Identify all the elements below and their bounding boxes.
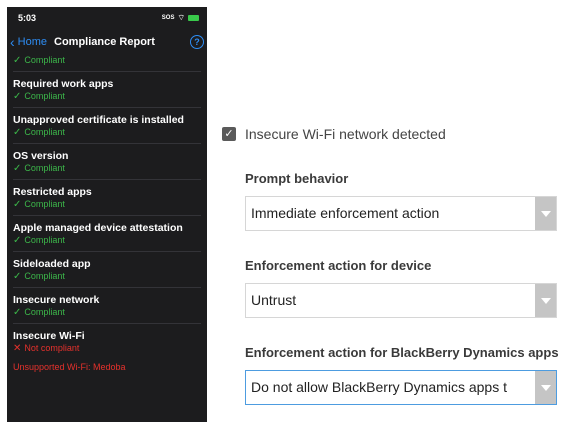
status-text: Compliant: [24, 127, 65, 137]
dropdown-arrow-icon[interactable]: [534, 284, 556, 317]
item-title: Sideloaded app: [13, 258, 91, 270]
list-item: Unapproved certificate is installed ✓ Co…: [13, 108, 201, 144]
status-compliant: ✓ Compliant: [13, 55, 201, 66]
back-button[interactable]: Home: [18, 36, 47, 48]
check-icon: ✓: [13, 306, 22, 318]
check-icon: ✓: [13, 126, 22, 138]
status-text: Compliant: [24, 307, 65, 317]
insecure-wifi-row: ✓ Insecure Wi-Fi network detected: [222, 126, 446, 142]
device-action-label: Enforcement action for device: [245, 258, 432, 273]
check-icon: ✓: [13, 162, 22, 174]
check-icon: ✓: [13, 90, 22, 102]
phone-screen: 5:03 SOS ⌔ ‹ Home Compliance Report ? ✓ …: [7, 7, 207, 422]
status-text: Compliant: [24, 55, 65, 65]
list-item: Restricted apps ✓ Compliant: [13, 180, 201, 216]
select-value: Untrust: [251, 292, 297, 308]
status-compliant: ✓ Compliant: [13, 235, 201, 246]
check-icon: ✓: [13, 198, 22, 210]
status-compliant: ✓ Compliant: [13, 127, 201, 138]
select-value: Immediate enforcement action: [251, 205, 440, 221]
list-item: Insecure Wi-Fi ✕ Not compliant Unsupport…: [13, 324, 201, 378]
item-title: Insecure Wi-Fi: [13, 330, 85, 342]
settings-panel: ✓ Insecure Wi-Fi network detected Prompt…: [222, 0, 585, 432]
item-title: Unapproved certificate is installed: [13, 114, 184, 126]
compliance-list: ✓ Compliant Required work apps ✓ Complia…: [7, 55, 207, 378]
prompt-behavior-label: Prompt behavior: [245, 171, 349, 186]
dynamics-action-label: Enforcement action for BlackBerry Dynami…: [245, 345, 559, 360]
item-title: Required work apps: [13, 78, 114, 90]
signal-text: SOS: [161, 15, 175, 21]
help-icon[interactable]: ?: [190, 35, 204, 49]
x-icon: ✕: [13, 342, 22, 354]
check-icon: ✓: [13, 54, 22, 66]
list-item: Sideloaded app ✓ Compliant: [13, 252, 201, 288]
wifi-icon: ⌔: [177, 13, 185, 22]
dynamics-action-select[interactable]: Do not allow BlackBerry Dynamics apps t: [245, 370, 557, 405]
item-note: Unsupported Wi-Fi: Medoba: [13, 362, 126, 372]
list-item: OS version ✓ Compliant: [13, 144, 201, 180]
list-item: Insecure network ✓ Compliant: [13, 288, 201, 324]
clock: 5:03: [18, 13, 37, 23]
item-title: Restricted apps: [13, 186, 92, 198]
status-text: Compliant: [24, 235, 65, 245]
nav-bar: ‹ Home Compliance Report ?: [7, 29, 207, 55]
select-value: Do not allow BlackBerry Dynamics apps t: [251, 379, 507, 395]
status-not-compliant: ✕ Not compliant: [13, 343, 201, 354]
status-text: Compliant: [24, 271, 65, 281]
status-compliant: ✓ Compliant: [13, 271, 201, 282]
item-title: Insecure network: [13, 294, 100, 306]
status-compliant: ✓ Compliant: [13, 307, 201, 318]
list-item: ✓ Compliant: [13, 55, 201, 72]
item-title: Apple managed device attestation: [13, 222, 183, 234]
battery-icon: [188, 15, 199, 21]
status-text: Compliant: [24, 199, 65, 209]
list-item: Apple managed device attestation ✓ Compl…: [13, 216, 201, 252]
check-icon: ✓: [13, 270, 22, 282]
status-icons: SOS ⌔: [162, 13, 199, 23]
status-text: Compliant: [24, 163, 65, 173]
item-title: OS version: [13, 150, 69, 162]
check-icon: ✓: [13, 234, 22, 246]
dropdown-arrow-icon[interactable]: [534, 371, 556, 404]
prompt-behavior-select[interactable]: Immediate enforcement action: [245, 196, 557, 231]
page-title: Compliance Report: [54, 36, 155, 48]
status-text: Not compliant: [24, 343, 80, 353]
insecure-wifi-checkbox[interactable]: ✓: [222, 127, 236, 141]
status-compliant: ✓ Compliant: [13, 91, 201, 102]
status-compliant: ✓ Compliant: [13, 163, 201, 174]
status-text: Compliant: [24, 91, 65, 101]
checkbox-label: Insecure Wi-Fi network detected: [245, 126, 446, 142]
dropdown-arrow-icon[interactable]: [534, 197, 556, 230]
status-compliant: ✓ Compliant: [13, 199, 201, 210]
back-chevron-icon[interactable]: ‹: [10, 35, 18, 49]
status-bar: 5:03 SOS ⌔: [7, 7, 207, 29]
device-action-select[interactable]: Untrust: [245, 283, 557, 318]
list-item: Required work apps ✓ Compliant: [13, 72, 201, 108]
